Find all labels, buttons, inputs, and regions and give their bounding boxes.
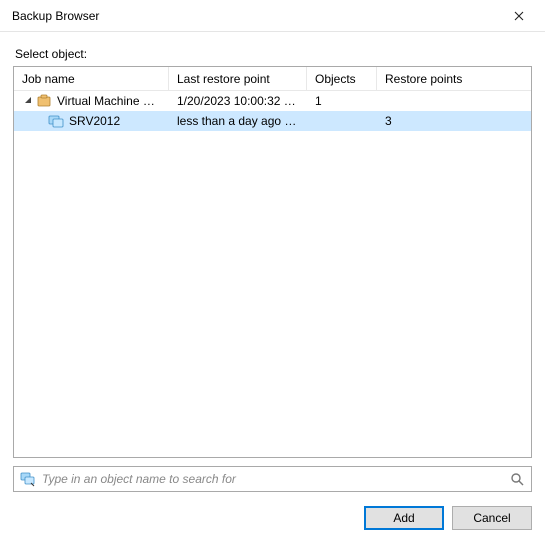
dialog-content: Select object: Job name Last restore poi…	[0, 32, 545, 542]
chevron-down-icon	[24, 97, 33, 106]
close-icon	[514, 11, 524, 21]
tree-row-job[interactable]: Virtual Machine Ba... 1/20/2023 10:00:32…	[14, 91, 531, 111]
button-row: Add Cancel	[13, 506, 532, 530]
node-label: SRV2012	[69, 114, 120, 128]
job-icon	[36, 93, 52, 109]
select-object-label: Select object:	[15, 47, 532, 61]
column-last-restore[interactable]: Last restore point	[169, 67, 307, 90]
table-header: Job name Last restore point Objects Rest…	[14, 67, 531, 91]
column-objects[interactable]: Objects	[307, 67, 377, 90]
column-job-name[interactable]: Job name	[14, 67, 169, 90]
table-body: Virtual Machine Ba... 1/20/2023 10:00:32…	[14, 91, 531, 457]
cell-objects: 1	[307, 94, 377, 108]
object-filter-icon[interactable]	[20, 471, 36, 487]
node-label: Virtual Machine Ba...	[57, 94, 161, 108]
titlebar: Backup Browser	[0, 0, 545, 32]
search-input[interactable]	[42, 472, 503, 486]
search-icon[interactable]	[509, 471, 525, 487]
window-title: Backup Browser	[12, 9, 99, 23]
expand-toggle[interactable]	[22, 95, 34, 107]
cell-restore: less than a day ago (1...	[169, 114, 307, 128]
close-button[interactable]	[501, 2, 537, 30]
search-bar	[13, 466, 532, 492]
cancel-button[interactable]: Cancel	[452, 506, 532, 530]
vm-icon	[48, 113, 64, 129]
cell-restore: 1/20/2023 10:00:32 PM	[169, 94, 307, 108]
cell-points: 3	[377, 114, 531, 128]
add-button[interactable]: Add	[364, 506, 444, 530]
object-tree-table: Job name Last restore point Objects Rest…	[13, 66, 532, 458]
tree-row-vm[interactable]: SRV2012 less than a day ago (1... 3	[14, 111, 531, 131]
column-restore-points[interactable]: Restore points	[377, 67, 531, 90]
